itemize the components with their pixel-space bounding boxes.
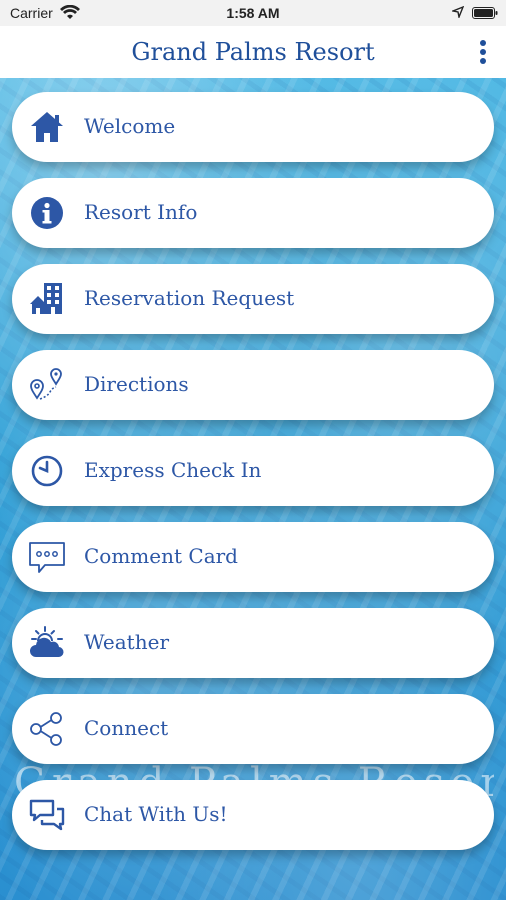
menu-item-directions[interactable]: Directions [12, 350, 494, 420]
menu-item-connect[interactable]: Connect [12, 694, 494, 764]
menu-item-label: Connect [84, 716, 169, 740]
more-options-icon[interactable] [474, 38, 492, 66]
status-bar: Carrier 1:58 AM [0, 0, 506, 26]
menu-item-weather[interactable]: Weather [12, 608, 494, 678]
status-time: 1:58 AM [226, 5, 280, 21]
menu-item-label: Comment Card [84, 544, 238, 568]
home-icon [28, 108, 66, 146]
info-icon [28, 194, 66, 232]
menu-item-label: Express Check In [84, 458, 262, 482]
share-icon [28, 710, 66, 748]
menu-item-resort-info[interactable]: Resort Info [12, 178, 494, 248]
menu-item-welcome[interactable]: Welcome [12, 92, 494, 162]
chat-icon [28, 796, 66, 834]
building-icon [28, 280, 66, 318]
menu-item-label: Directions [84, 372, 189, 396]
menu-item-chat-with-us[interactable]: Chat With Us! [12, 780, 494, 850]
battery-icon [472, 7, 498, 19]
menu-item-label: Resort Info [84, 200, 198, 224]
menu-item-label: Weather [84, 630, 169, 654]
menu-item-express-check-in[interactable]: Express Check In [12, 436, 494, 506]
menu-item-label: Chat With Us! [84, 802, 228, 826]
location-arrow-icon [452, 6, 464, 18]
page-title: Grand Palms Resort [131, 38, 375, 66]
clock-icon [28, 452, 66, 490]
comment-icon [28, 538, 66, 576]
map-pin-icon [28, 366, 66, 404]
menu-item-comment-card[interactable]: Comment Card [12, 522, 494, 592]
app-header: Grand Palms Resort [0, 26, 506, 79]
menu-item-label: Reservation Request [84, 286, 295, 310]
weather-icon [28, 624, 66, 662]
menu-item-label: Welcome [84, 114, 176, 138]
menu-item-reservation-request[interactable]: Reservation Request [12, 264, 494, 334]
